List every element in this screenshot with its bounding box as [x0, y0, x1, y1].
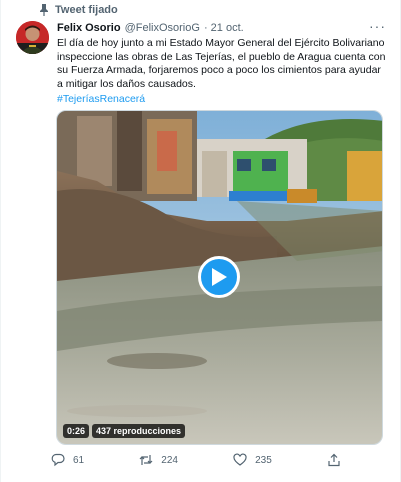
like-count: 235 [255, 454, 272, 466]
video-view-count: 437 reproducciones [92, 424, 186, 438]
play-button[interactable] [198, 256, 240, 298]
pin-icon [40, 4, 48, 16]
pinned-tweet[interactable]: Tweet fijado Felix Osorio @FelixOsorioG … [0, 0, 401, 482]
share-button[interactable] [327, 453, 341, 467]
reply-icon [51, 453, 65, 467]
retweet-count: 224 [161, 454, 178, 466]
avatar[interactable] [16, 21, 49, 54]
pinned-label: Tweet fijado [55, 4, 118, 16]
more-options-icon[interactable]: ··· [369, 18, 386, 34]
video-player[interactable]: 0:26 437 reproducciones [56, 110, 383, 445]
avatar-image [16, 21, 49, 54]
author-name[interactable]: Felix Osorio [57, 22, 121, 34]
reply-count: 61 [73, 454, 85, 466]
tweet-date[interactable]: · 21 oct. [204, 22, 244, 34]
pinned-indicator: Tweet fijado [39, 4, 118, 16]
video-duration: 0:26 [63, 424, 90, 438]
retweet-button[interactable]: 224 [139, 453, 178, 467]
video-info-overlay: 0:26 437 reproducciones [63, 424, 186, 438]
tweet-actions: 61 224 235 [51, 453, 341, 467]
tweet-header: Felix Osorio @FelixOsorioG · 21 oct. [57, 22, 380, 34]
play-icon [212, 268, 227, 286]
tweet-text: El día de hoy junto a mi Estado Mayor Ge… [57, 37, 386, 90]
retweet-icon [139, 455, 153, 465]
author-handle[interactable]: @FelixOsorioG [125, 22, 200, 34]
heart-icon [233, 453, 247, 466]
hashtag-link[interactable]: #TejeríasRenacerá [57, 93, 145, 105]
share-icon [328, 453, 340, 467]
like-button[interactable]: 235 [233, 453, 272, 467]
reply-button[interactable]: 61 [51, 453, 84, 467]
